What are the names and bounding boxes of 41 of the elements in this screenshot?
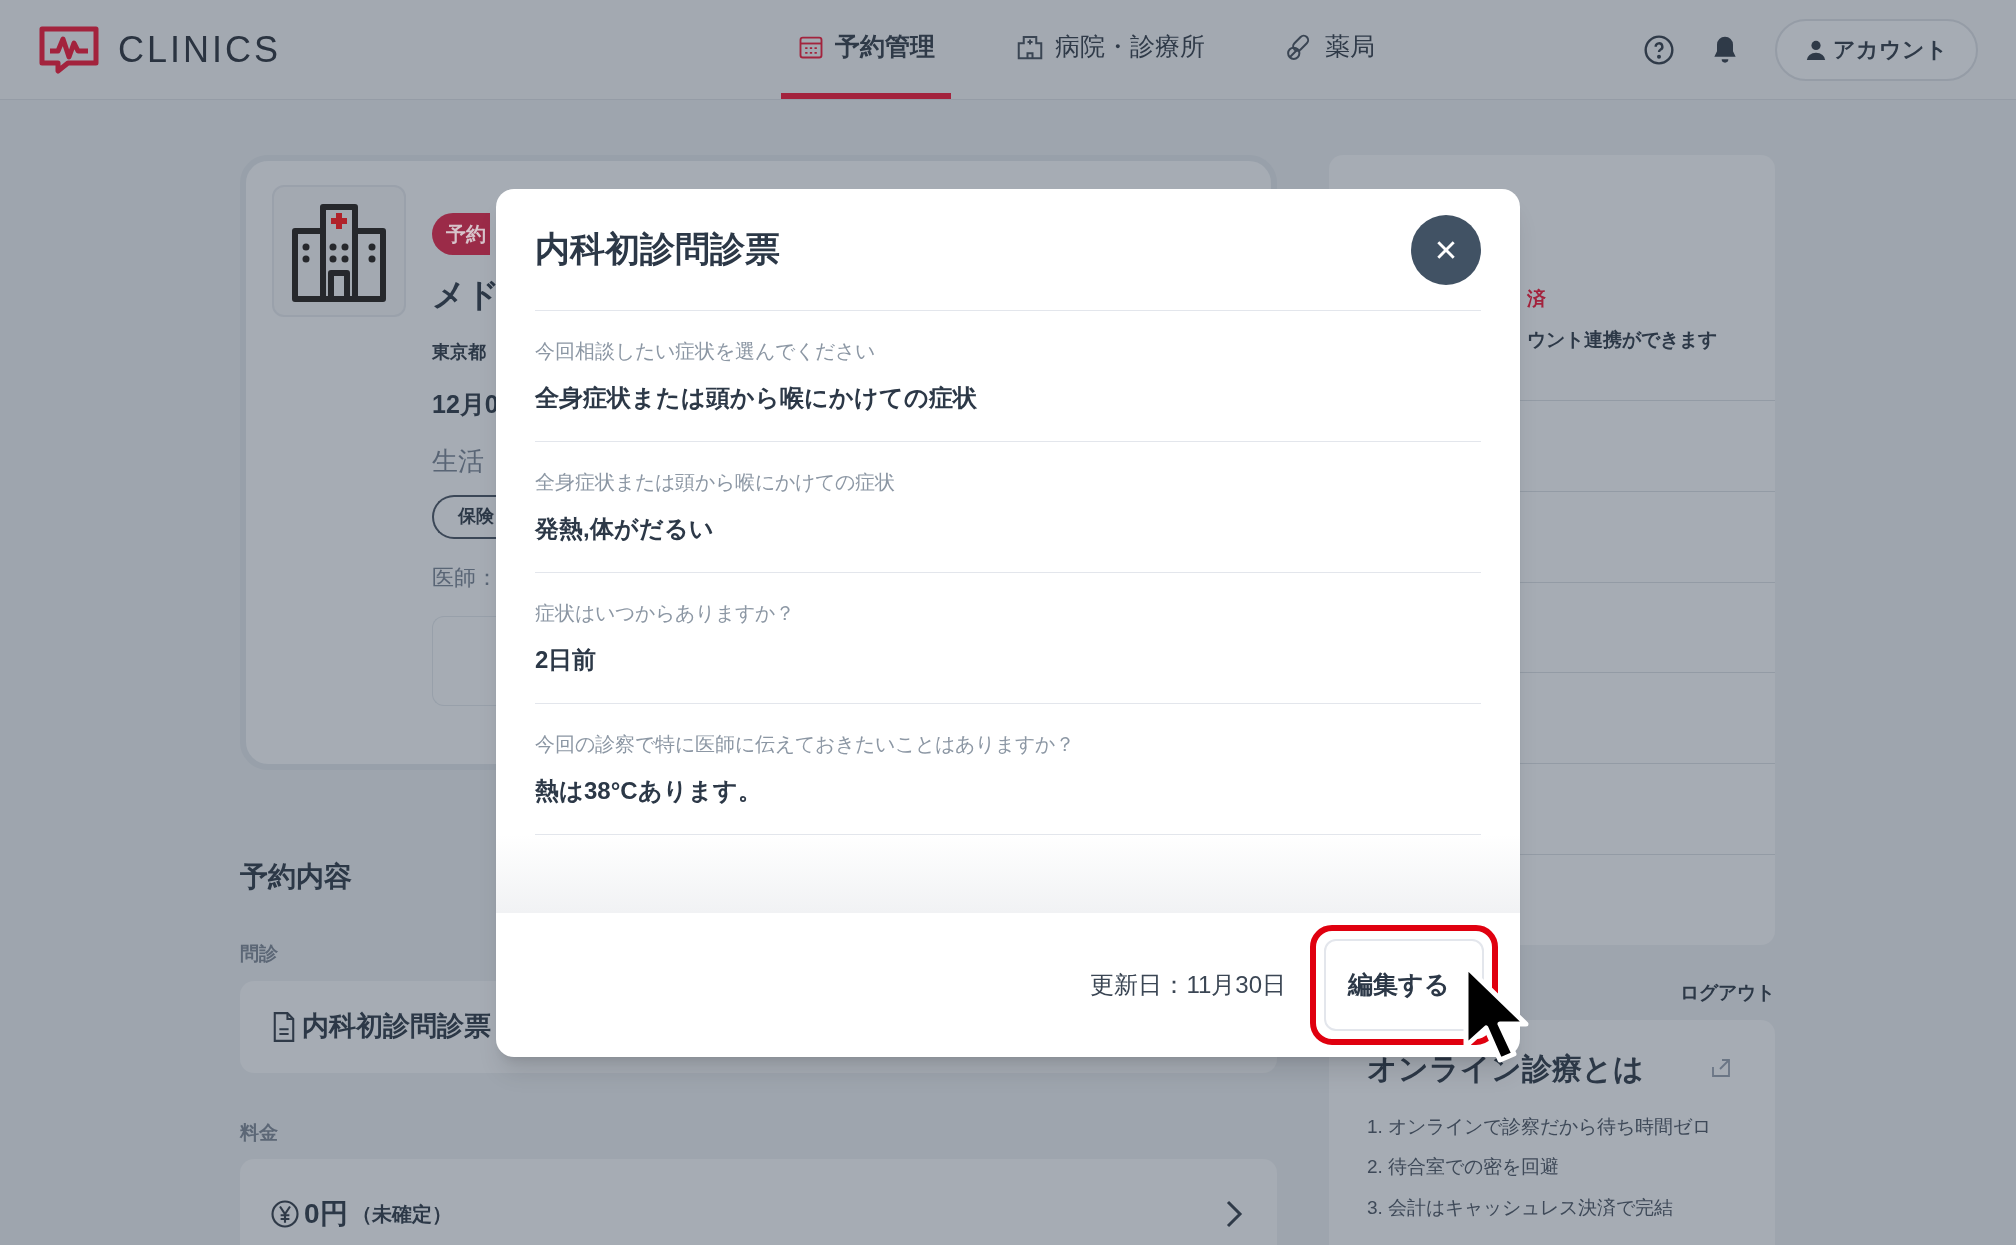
fee-card[interactable]: 0円（未確定） [240,1159,1277,1245]
questionnaire-label: 問診 [240,942,279,966]
doctor-label: 医師： [432,563,498,592]
account-button[interactable]: アカウント [1775,18,1978,81]
fee-label: 料金 [240,1120,279,1145]
logo-icon [38,24,100,75]
status-text: 済 [1527,287,1547,311]
benefit-item: 3. 会計はキャッシュレス決済で完結 [1367,1195,1675,1220]
updated-date: 更新日：11月30日 [1090,970,1286,1000]
online-info-title: オンライン診療とは [1367,1050,1644,1087]
question-text: 今回の診察で特に医師に伝えておきたいことはありますか？ [535,732,1076,757]
clinic-name: メド [432,275,500,315]
link-note: ウント連携ができます [1527,327,1718,352]
modal-title: 内科初診問診票 [535,228,780,271]
yen-icon [270,1199,300,1229]
benefit-item: 1. オンラインで診察だから待ち時間ゼロ [1367,1114,1713,1139]
fee-note: （未確定） [351,1202,452,1227]
logo-text: CLINICS [118,27,282,72]
answer-text: 全身症状または頭から喉にかけての症状 [535,383,978,413]
help-icon[interactable] [1643,33,1675,66]
answer-text: 発熱,体がだるい [535,514,715,544]
fee-amount: 0円 [304,1197,348,1231]
answer-text: 熱は38°Cあります。 [535,776,763,806]
question-text: 症状はいつからありますか？ [535,601,796,626]
document-icon [272,1011,296,1042]
department-text: 生活 [432,444,484,478]
benefit-item: 2. 待合室での密を回避 [1367,1155,1561,1179]
clinic-address: 東京都 [432,341,486,364]
section-title: 予約内容 [240,860,353,894]
close-icon [1435,238,1457,261]
nav-tab[interactable]: 予約管理 [781,0,951,99]
question-text: 全身症状または頭から喉にかけての症状 [535,470,896,495]
question-text: 今回相談したい症状を選んでください [535,339,876,364]
logout-link[interactable]: ログアウト [1680,979,1775,1008]
nav-tab[interactable]: 薬局 [1269,0,1391,99]
edit-button[interactable]: 編集する [1324,939,1484,1031]
status-badge: 予約 [432,213,490,255]
answer-text: 2日前 [535,645,598,675]
chevron-right-icon [1225,1199,1243,1229]
hospital-building-icon [272,185,406,317]
nav-tab[interactable]: 病院・診療所 [999,0,1221,99]
